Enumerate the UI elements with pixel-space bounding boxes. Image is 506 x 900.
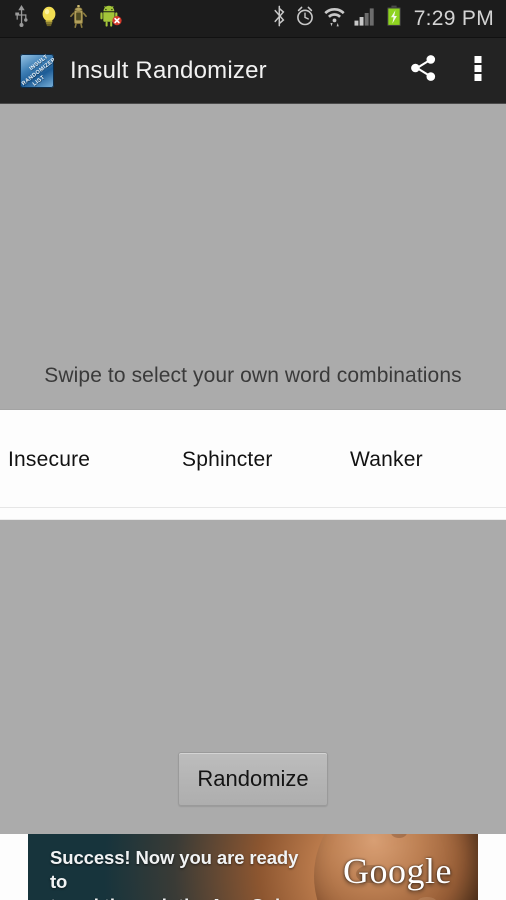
word-value: Wanker xyxy=(350,448,423,471)
usb-icon xyxy=(14,5,29,32)
lightbulb-icon xyxy=(41,5,57,32)
robot-toy-icon xyxy=(69,4,88,33)
word-column-noun-two[interactable]: Wanker xyxy=(344,410,506,510)
word-column-noun-one[interactable]: Sphincter xyxy=(175,410,344,510)
status-bar: 7:29 PM xyxy=(0,0,506,38)
share-icon xyxy=(407,53,439,88)
word-picker-divider xyxy=(0,507,506,508)
overflow-menu-icon xyxy=(474,53,482,88)
battery-charging-icon xyxy=(386,5,402,32)
word-column-adjective[interactable]: Insecure xyxy=(0,410,175,510)
google-logo: Google xyxy=(343,851,452,891)
overflow-menu-button[interactable] xyxy=(450,38,506,104)
status-bar-system-icons: 7:29 PM xyxy=(273,5,506,32)
phone-screen: 7:29 PM INSULT RANDOMIZER LIST Insult Ra… xyxy=(0,0,506,900)
word-picker-columns: Insecure Sphincter Wanker xyxy=(0,410,506,510)
share-button[interactable] xyxy=(396,38,450,104)
main-content: Swipe to select your own word combinatio… xyxy=(0,104,506,834)
word-picker[interactable]: Insecure Sphincter Wanker xyxy=(0,409,506,520)
status-bar-notification-icons xyxy=(0,4,122,33)
ad-banner[interactable]: Success! Now you are ready to travel thr… xyxy=(28,834,478,900)
app-title: Insult Randomizer xyxy=(70,56,267,84)
alarm-clock-icon xyxy=(295,5,315,32)
word-value: Sphincter xyxy=(182,448,273,471)
wifi-data-icon xyxy=(324,5,345,32)
randomize-button-wrapper: Randomize xyxy=(0,752,506,806)
status-bar-clock: 7:29 PM xyxy=(413,6,494,30)
app-icon: INSULT RANDOMIZER LIST xyxy=(20,53,54,88)
ad-copy-line-1: Success! Now you are ready to xyxy=(50,847,299,892)
swipe-hint-text: Swipe to select your own word combinatio… xyxy=(44,364,462,387)
android-sync-error-icon xyxy=(100,5,122,32)
ad-copy-line-2: travel through the App Galaxy. xyxy=(50,894,320,900)
randomize-button[interactable]: Randomize xyxy=(178,752,328,806)
action-bar: INSULT RANDOMIZER LIST Insult Randomizer xyxy=(0,38,506,104)
word-value: Insecure xyxy=(8,448,91,471)
ad-copy: Success! Now you are ready to travel thr… xyxy=(50,846,320,900)
planet-spot xyxy=(391,834,408,838)
bluetooth-icon xyxy=(273,5,286,32)
cellular-signal-icon xyxy=(354,5,377,32)
